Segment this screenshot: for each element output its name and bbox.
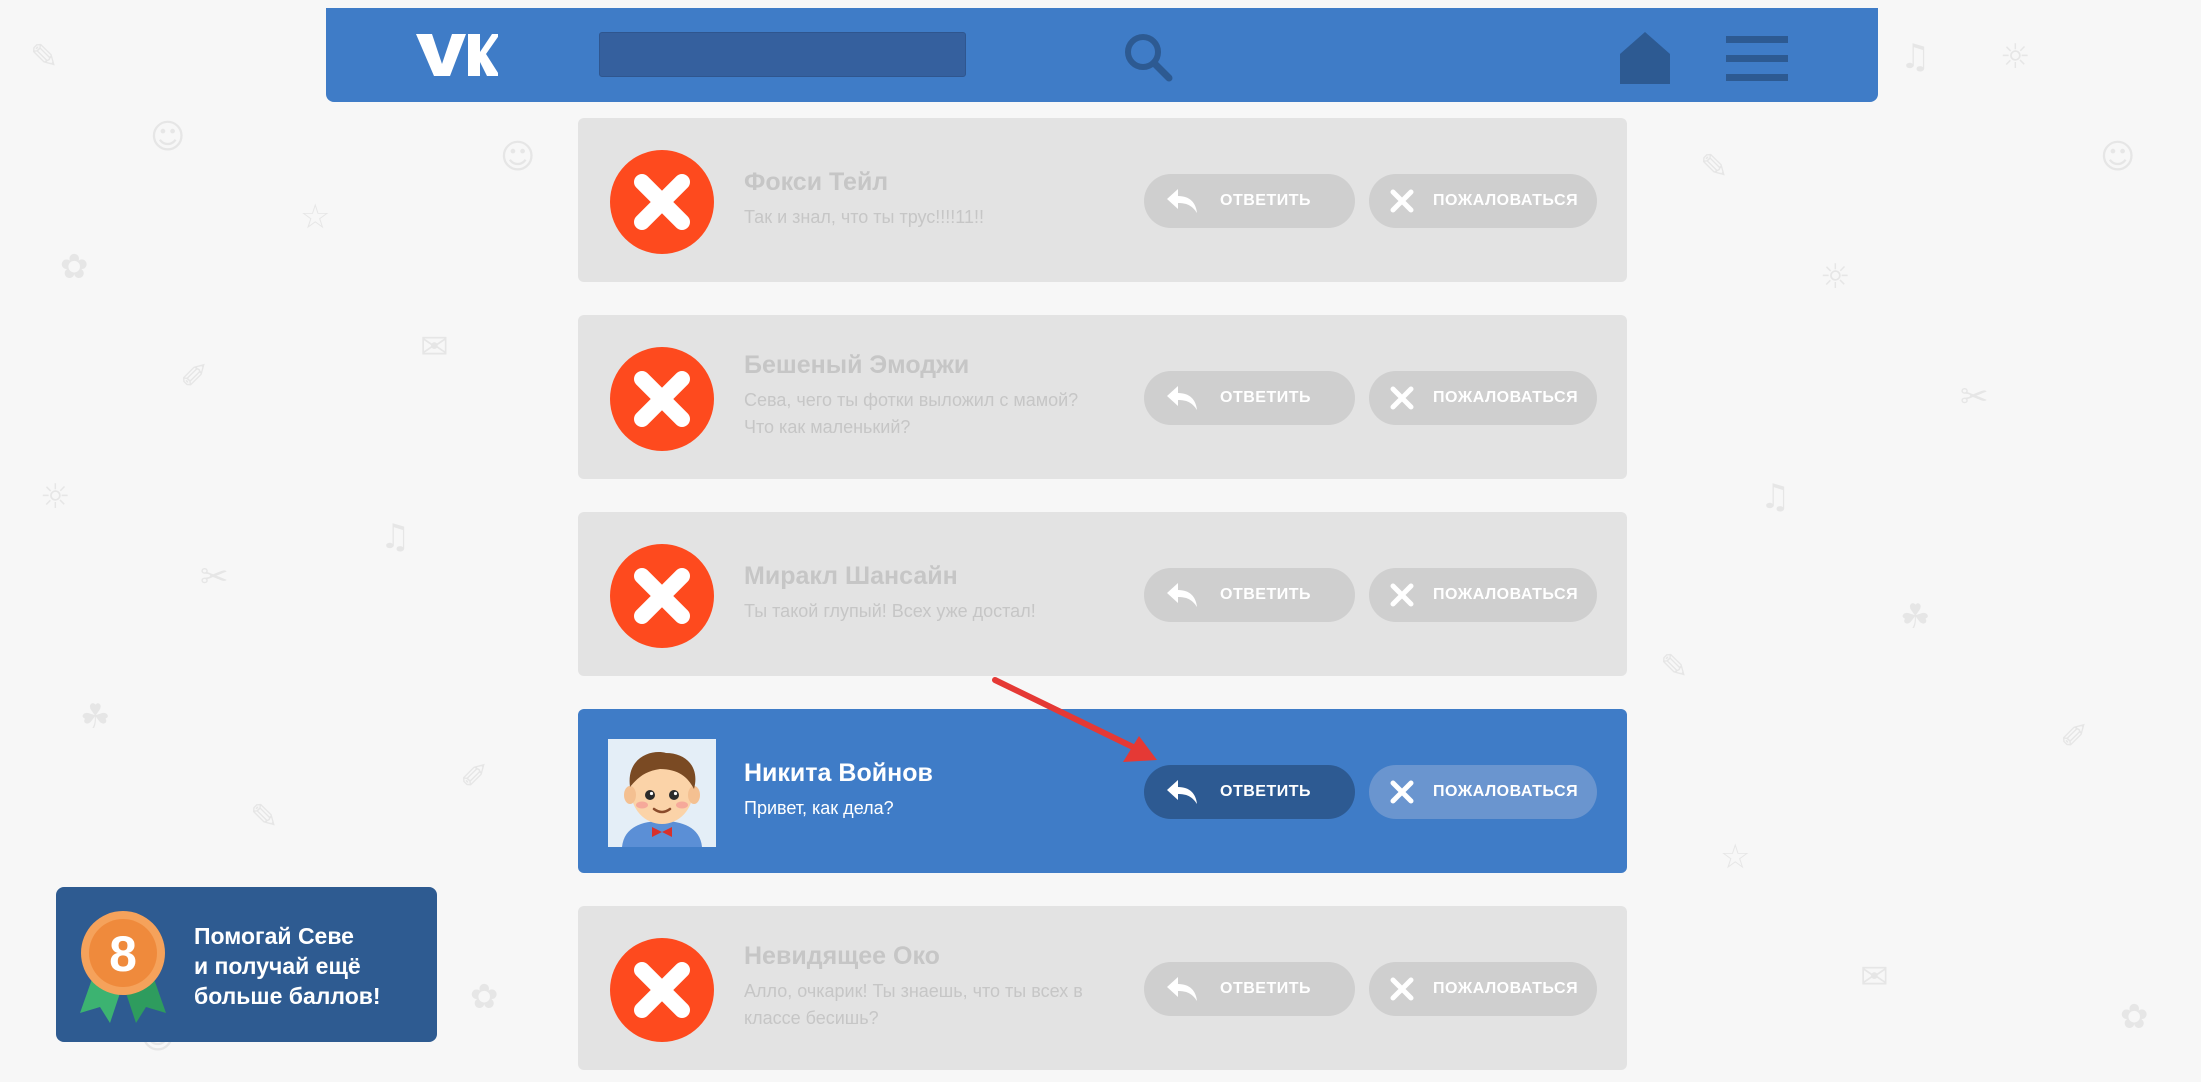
blocked-avatar-icon (610, 150, 714, 254)
hint-text: Помогай Севе и получай ещё больше баллов… (194, 923, 381, 1009)
sender-name: Миракл Шансайн (744, 562, 958, 590)
message-text: Привет, как дела? (744, 798, 894, 818)
reply-arrow-icon (1167, 189, 1197, 213)
report-label: ПОЖАЛОВАТЬСЯ (1433, 980, 1579, 997)
report-label: ПОЖАЛОВАТЬСЯ (1433, 389, 1579, 406)
blocked-avatar-icon (610, 544, 714, 648)
close-icon (1390, 189, 1414, 213)
report-label: ПОЖАЛОВАТЬСЯ (1433, 192, 1579, 209)
report-button[interactable]: ПОЖАЛОВАТЬСЯ (1369, 371, 1597, 425)
message-text: Сева, чего ты фотки выложил с мамой? Что… (744, 390, 1079, 437)
report-label: ПОЖАЛОВАТЬСЯ (1433, 586, 1579, 603)
search-input[interactable] (599, 32, 966, 77)
message-text: Ты такой глупый! Всех уже достал! (744, 601, 1036, 621)
report-label: ПОЖАЛОВАТЬСЯ (1433, 783, 1579, 800)
user-avatar[interactable] (608, 739, 716, 847)
reply-arrow-icon (1167, 977, 1197, 1001)
message-card: Бешеный Эмоджи Сева, чего ты фотки вылож… (578, 315, 1627, 479)
top-navigation-bar (326, 8, 1878, 102)
reply-label: ОТВЕТИТЬ (1220, 783, 1311, 800)
message-text: Алло, очкарик! Ты знаешь, что ты всех в … (744, 981, 1083, 1028)
blocked-avatar-icon (610, 938, 714, 1042)
search-icon[interactable] (1121, 30, 1177, 86)
report-button[interactable]: ПОЖАЛОВАТЬСЯ (1369, 765, 1597, 819)
reply-button[interactable]: ОТВЕТИТЬ (1144, 174, 1355, 228)
close-icon (1390, 977, 1414, 1001)
message-card: Невидящее Око Алло, очкарик! Ты знаешь, … (578, 906, 1627, 1070)
report-button[interactable]: ПОЖАЛОВАТЬСЯ (1369, 174, 1597, 228)
sender-name: Бешеный Эмоджи (744, 351, 970, 379)
close-icon (1390, 386, 1414, 410)
message-text: Так и знал, что ты трус!!!!11!! (744, 207, 984, 227)
report-button[interactable]: ПОЖАЛОВАТЬСЯ (1369, 962, 1597, 1016)
points-hint-panel: 8 Помогай Севе и получай ещё больше балл… (56, 887, 437, 1042)
message-card: Фокси Тейл Так и знал, что ты трус!!!!11… (578, 118, 1627, 282)
sender-name: Невидящее Око (744, 942, 940, 970)
badge-number: 8 (109, 926, 137, 982)
menu-icon[interactable] (1724, 34, 1790, 84)
reply-arrow-icon (1167, 386, 1197, 410)
reply-label: ОТВЕТИТЬ (1220, 389, 1311, 406)
reply-arrow-icon (1167, 780, 1197, 804)
award-badge-icon: 8 (80, 911, 166, 1023)
close-icon (1390, 780, 1414, 804)
reply-arrow-icon (1167, 583, 1197, 607)
report-button[interactable]: ПОЖАЛОВАТЬСЯ (1369, 568, 1597, 622)
sender-name: Фокси Тейл (744, 168, 889, 196)
home-icon[interactable] (1618, 30, 1672, 86)
reply-button[interactable]: ОТВЕТИТЬ (1144, 962, 1355, 1016)
reply-button[interactable]: ОТВЕТИТЬ (1144, 371, 1355, 425)
reply-label: ОТВЕТИТЬ (1220, 586, 1311, 603)
message-card: Миракл Шансайн Ты такой глупый! Всех уже… (578, 512, 1627, 676)
blocked-avatar-icon (610, 347, 714, 451)
close-icon (1390, 583, 1414, 607)
reply-button[interactable]: ОТВЕТИТЬ (1144, 765, 1355, 819)
sender-name: Никита Войнов (744, 759, 933, 787)
message-card-active: Никита Войнов Привет, как дела? ОТВЕТИТЬ… (578, 709, 1627, 873)
vk-logo[interactable] (414, 30, 498, 80)
reply-label: ОТВЕТИТЬ (1220, 980, 1311, 997)
reply-button[interactable]: ОТВЕТИТЬ (1144, 568, 1355, 622)
reply-label: ОТВЕТИТЬ (1220, 192, 1311, 209)
